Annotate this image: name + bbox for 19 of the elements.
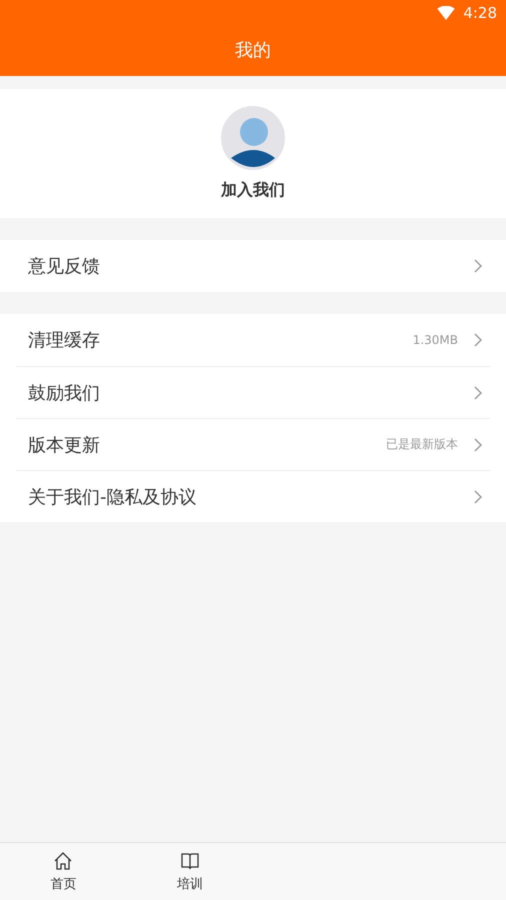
menu-item[interactable]: 关于我们-隐私及协议	[16, 470, 490, 522]
avatar-icon[interactable]	[221, 106, 285, 170]
menu-item[interactable]: 鼓励我们	[16, 366, 490, 418]
menu-item[interactable]: 意见反馈	[0, 240, 506, 292]
book-icon	[180, 850, 200, 870]
clock: 4:28	[463, 4, 497, 22]
chevron-right-icon	[474, 259, 482, 273]
nav-tab[interactable]: 首页	[0, 843, 126, 900]
chevron-right-icon	[474, 386, 482, 400]
wifi-icon	[437, 6, 456, 20]
chevron-right-icon	[474, 333, 482, 347]
chevron-right-icon	[474, 438, 482, 452]
menu-item[interactable]: 清理缓存 1.30MB	[0, 314, 506, 366]
chevron-right-icon	[474, 490, 482, 504]
home-icon	[53, 850, 74, 870]
page-title: 我的	[234, 39, 272, 63]
menu-item[interactable]: 版本更新 已是最新版本	[16, 418, 490, 470]
nav-tab[interactable]: 培训	[126, 843, 253, 900]
join-us-link[interactable]: 加入我们	[221, 180, 285, 201]
